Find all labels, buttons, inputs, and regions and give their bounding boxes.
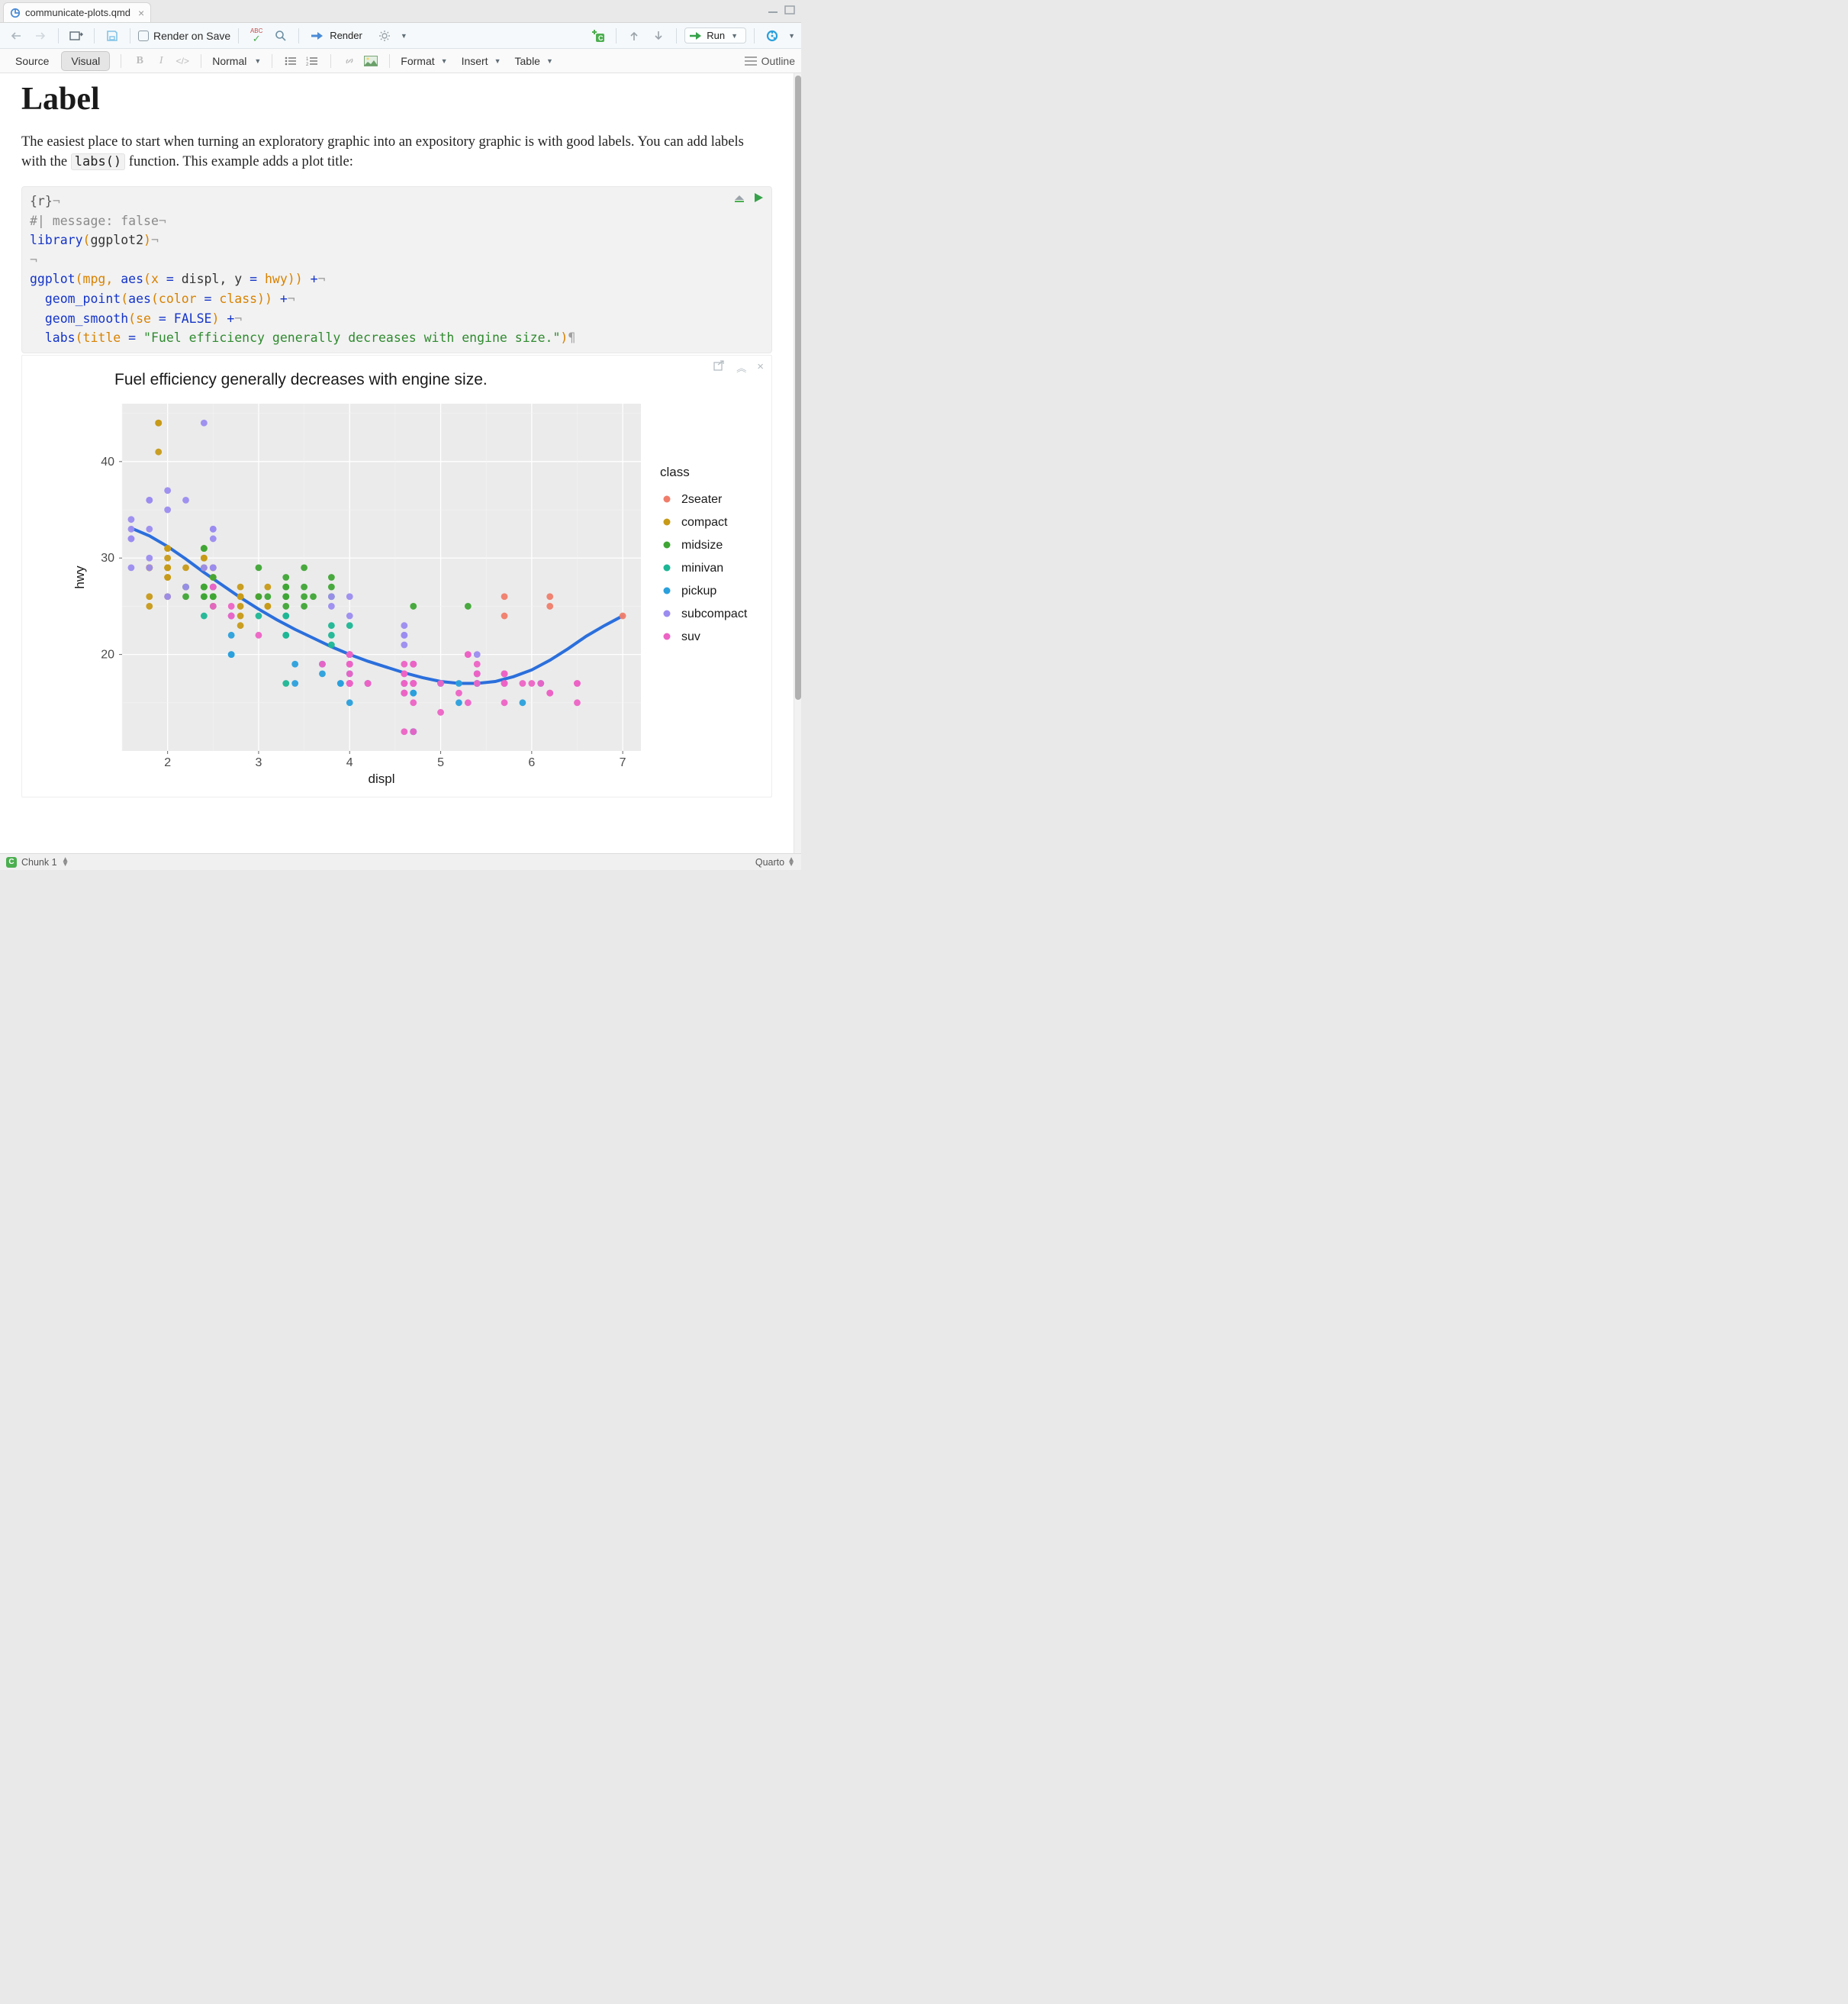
svg-text:7: 7: [620, 756, 626, 769]
link-icon[interactable]: [342, 53, 357, 69]
svg-text:compact: compact: [681, 516, 728, 529]
quarto-file-icon: [10, 8, 21, 18]
code-icon[interactable]: </>: [175, 53, 190, 69]
settings-icon[interactable]: [375, 26, 394, 46]
table-menu[interactable]: Table▼: [515, 55, 553, 67]
svg-text:2: 2: [306, 63, 309, 66]
svg-text:40: 40: [101, 455, 114, 468]
inline-code: labs(): [71, 153, 125, 170]
forward-icon[interactable]: [31, 26, 50, 46]
publish-icon[interactable]: [762, 26, 782, 46]
chunk-indicator[interactable]: Chunk 1: [21, 857, 57, 868]
find-icon[interactable]: [271, 26, 291, 46]
status-bar: C Chunk 1 ▲▼ Quarto ▲▼: [0, 853, 801, 870]
paragraph-style-select[interactable]: Normal ▼: [212, 55, 261, 67]
svg-text:minivan: minivan: [681, 562, 723, 575]
add-chunk-icon[interactable]: C: [588, 26, 608, 46]
bold-icon[interactable]: B: [132, 53, 147, 69]
svg-text:2seater: 2seater: [681, 493, 723, 506]
run-chunk-icon[interactable]: [753, 192, 764, 204]
code-chunk[interactable]: {r}¬ #| message: false¬ library(ggplot2)…: [21, 186, 772, 353]
scrollbar[interactable]: [794, 73, 801, 853]
outline-icon: [745, 56, 757, 66]
save-icon[interactable]: [102, 26, 122, 46]
clear-output-icon[interactable]: ×: [757, 360, 764, 375]
main-toolbar: Render on Save ABC✓ Render ▼ C Run ▼ ▼: [0, 23, 801, 49]
visual-mode-button[interactable]: Visual: [61, 51, 110, 71]
scrollbar-thumb[interactable]: [795, 76, 801, 700]
plot-output: Fuel efficiency generally decreases with…: [37, 362, 764, 789]
svg-text:midsize: midsize: [681, 539, 723, 552]
open-in-window-icon[interactable]: [66, 26, 86, 46]
engine-stepper-icon[interactable]: ▲▼: [787, 858, 795, 867]
popout-output-icon[interactable]: [713, 360, 726, 371]
format-menu[interactable]: Format▼: [401, 55, 447, 67]
render-button[interactable]: Render: [307, 28, 370, 43]
image-icon[interactable]: [363, 53, 378, 69]
run-above-icon[interactable]: [733, 192, 745, 204]
bullet-list-icon[interactable]: [283, 53, 298, 69]
close-tab-icon[interactable]: ×: [138, 7, 144, 19]
minimize-icon[interactable]: [768, 5, 780, 15]
svg-text:1: 1: [306, 57, 309, 62]
run-icon: [690, 31, 702, 40]
page-heading[interactable]: Label: [21, 81, 772, 118]
render-on-save-checkbox[interactable]: [138, 31, 149, 41]
go-prev-chunk-icon[interactable]: [624, 26, 644, 46]
svg-text:3: 3: [255, 756, 262, 769]
svg-text:C: C: [598, 34, 604, 42]
collapse-output-icon[interactable]: ︽: [736, 360, 746, 375]
run-label: Run: [707, 30, 725, 41]
document-tab-bar: communicate-plots.qmd ×: [0, 0, 801, 23]
svg-text:6: 6: [528, 756, 535, 769]
run-button[interactable]: Run ▼: [684, 27, 746, 43]
publish-caret-icon[interactable]: ▼: [788, 32, 795, 40]
engine-indicator[interactable]: Quarto: [755, 857, 784, 868]
chunk-stepper-icon[interactable]: ▲▼: [62, 858, 69, 867]
svg-text:pickup: pickup: [681, 585, 716, 598]
back-icon[interactable]: [6, 26, 26, 46]
document-tab[interactable]: communicate-plots.qmd ×: [3, 2, 151, 22]
chunk-badge-icon: C: [6, 857, 17, 868]
svg-text:hwy: hwy: [72, 565, 87, 589]
go-next-chunk-icon[interactable]: [649, 26, 668, 46]
svg-text:5: 5: [437, 756, 444, 769]
paragraph-style-label: Normal: [212, 55, 246, 67]
svg-text:20: 20: [101, 648, 114, 661]
svg-text:displ: displ: [369, 772, 395, 786]
render-on-save-label: Render on Save: [153, 30, 230, 42]
svg-text:4: 4: [346, 756, 353, 769]
svg-text:suv: suv: [681, 630, 700, 643]
maximize-icon[interactable]: [784, 5, 797, 15]
chunk-output: ︽ × Fuel efficiency generally decreases …: [21, 355, 772, 797]
render-label: Render: [330, 30, 362, 41]
italic-icon[interactable]: I: [153, 53, 169, 69]
svg-text:2: 2: [164, 756, 171, 769]
numbered-list-icon[interactable]: 12: [304, 53, 320, 69]
svg-text:Fuel efficiency generally decr: Fuel efficiency generally decreases with…: [114, 371, 488, 388]
intro-paragraph[interactable]: The easiest place to start when turning …: [21, 132, 772, 173]
settings-caret-icon[interactable]: ▼: [401, 32, 407, 40]
editor-area: Label The easiest place to start when tu…: [0, 73, 801, 853]
editor-content[interactable]: Label The easiest place to start when tu…: [0, 73, 794, 853]
run-caret-icon: ▼: [731, 32, 738, 40]
svg-text:30: 30: [101, 552, 114, 565]
outline-toggle[interactable]: Outline: [745, 55, 795, 67]
spellcheck-icon[interactable]: ABC✓: [246, 26, 266, 46]
source-mode-button[interactable]: Source: [6, 52, 58, 70]
visual-editor-toolbar: Source Visual B I </> Normal ▼ 12 Format…: [0, 49, 801, 73]
insert-menu[interactable]: Insert▼: [462, 55, 501, 67]
document-tab-filename: communicate-plots.qmd: [25, 7, 130, 18]
svg-text:class: class: [660, 465, 690, 479]
render-icon: [311, 31, 325, 41]
svg-text:subcompact: subcompact: [681, 607, 748, 620]
